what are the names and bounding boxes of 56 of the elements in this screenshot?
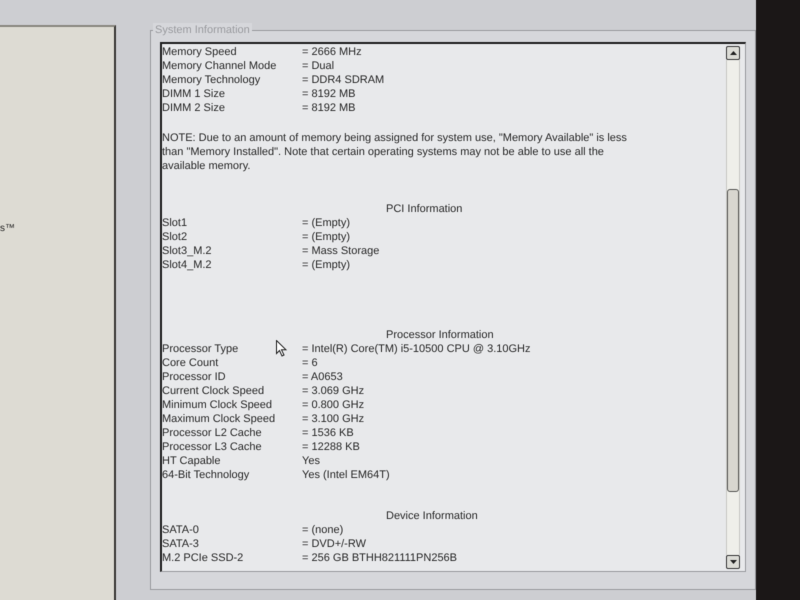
down-arrow-icon (730, 560, 736, 564)
field-label: Processor L3 Cache (162, 441, 262, 453)
section-heading: Device Information (386, 509, 478, 523)
field-value: = 256 GB BTHH821111PN256B (302, 551, 458, 565)
field-label: Memory Channel Mode (162, 60, 276, 72)
field-label: Current Clock Speed (162, 385, 264, 397)
field-label: Slot1 (162, 217, 188, 229)
field-value: = (Empty) (302, 216, 350, 230)
group-box-title: System Information (153, 23, 252, 37)
field-value: = 3.069 GHz (302, 384, 364, 398)
field-value: = Dual (302, 59, 334, 73)
field-value: = (Empty) (302, 230, 350, 244)
field-label: Slot4_M.2 (162, 259, 212, 271)
section-heading: PCI Information (386, 202, 462, 216)
field-label: 64-Bit Technology (162, 469, 250, 481)
field-value: = (Empty) (302, 258, 350, 272)
field-label: SATA-3 (162, 538, 199, 550)
field-label: Processor L2 Cache (162, 427, 262, 439)
field-value: = DVD+/-RW (302, 537, 366, 551)
field-label: Slot2 (162, 231, 188, 243)
field-value: Yes (Intel EM64T) (302, 468, 390, 482)
field-value: = DDR4 SDRAM (302, 73, 384, 87)
field-value: = 8192 MB (302, 87, 356, 101)
field-label: Core Count (162, 357, 218, 369)
field-value: = Mass Storage (302, 244, 380, 258)
field-value: = 2666 MHz (302, 45, 362, 59)
field-label: SATA-0 (162, 524, 199, 536)
field-value: = A0653 (302, 370, 343, 384)
field-label: M.2 PCIe SSD-2 (162, 552, 244, 564)
field-label: Processor ID (162, 371, 226, 383)
field-value: = (none) (302, 523, 344, 537)
field-label: Memory Speed (162, 46, 237, 58)
field-value: = Intel(R) Core(TM) i5-10500 CPU @ 3.10GHz (302, 342, 530, 356)
field-value: Yes (302, 454, 320, 468)
field-label: Maximum Clock Speed (162, 413, 276, 425)
scrollbar-thumb[interactable] (727, 189, 739, 492)
field-label: Slot3_M.2 (162, 245, 212, 257)
scroll-down-button[interactable] (726, 555, 740, 569)
field-label: Minimum Clock Speed (162, 399, 272, 411)
field-label: DIMM 2 Size (162, 102, 225, 114)
mouse-pointer-icon (276, 340, 287, 357)
up-arrow-icon (730, 51, 736, 55)
field-value: = 6 (302, 356, 318, 370)
field-value: = 3.100 GHz (302, 412, 364, 426)
field-value: = 0.800 GHz (302, 398, 364, 412)
field-label: HT Capable (162, 455, 220, 467)
field-value: = 12288 KB (302, 440, 360, 454)
field-value: = 8192 MB (302, 101, 356, 115)
scroll-up-button[interactable] (726, 46, 740, 60)
field-value: = 1536 KB (302, 426, 354, 440)
memory-note: NOTE: Due to an amount of memory being assigned for system use, "Memory Available" is less than "Memory Installed". Note that certain operating systems may not be able to use all the available memory. (162, 131, 628, 173)
left-panel-text: s™ (0, 223, 15, 235)
field-label: Processor Type (162, 343, 238, 355)
section-heading: Processor Information (386, 328, 494, 342)
field-label: Memory Technology (162, 74, 260, 86)
field-label: DIMM 1 Size (162, 88, 225, 100)
